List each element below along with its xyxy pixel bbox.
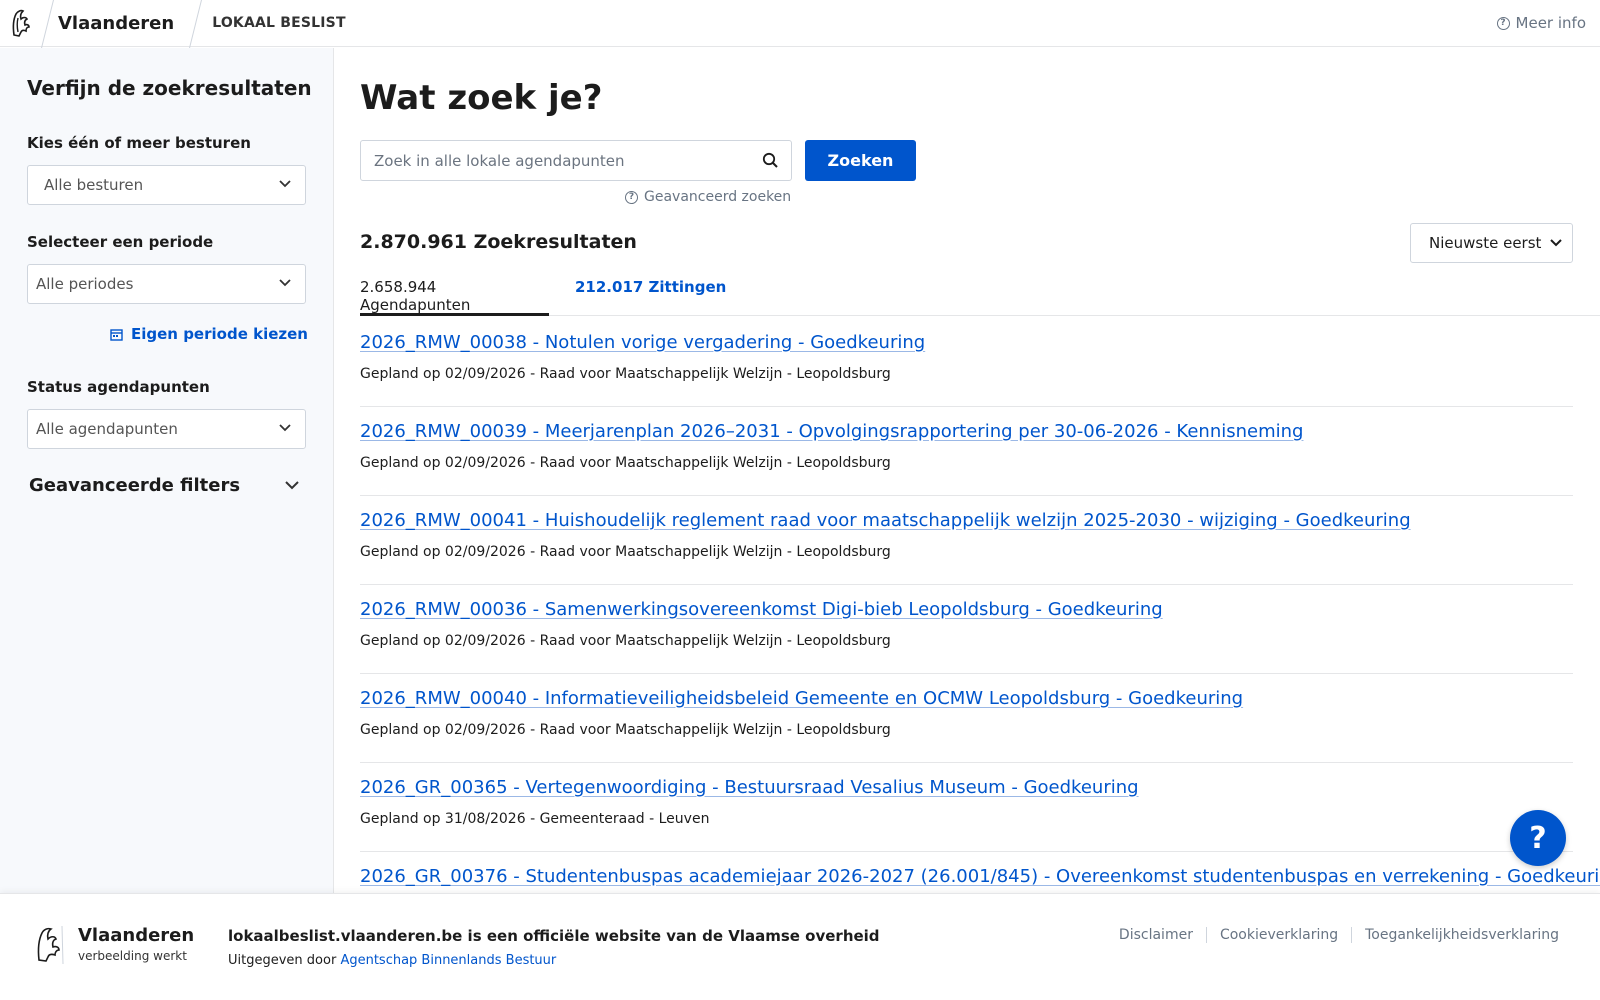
besturen-value: Alle besturen bbox=[44, 176, 144, 194]
list-item: 2026_GR_00376 - Studentenbuspas academie… bbox=[360, 852, 1600, 893]
result-title-link[interactable]: 2026_GR_00365 - Vertegenwoordiging - Bes… bbox=[360, 777, 1139, 798]
filter-sidebar: Verfijn de zoekresultaten Kies één of me… bbox=[0, 48, 334, 893]
advanced-filters-label: Geavanceerde filters bbox=[29, 475, 241, 496]
top-header: Vlaanderen LOKAAL BESLIST ? Meer info bbox=[0, 0, 1600, 47]
list-item: 2026_RMW_00036 - Samenwerkingsovereenkom… bbox=[360, 585, 1573, 674]
eigen-periode-label: Eigen periode kiezen bbox=[131, 325, 308, 343]
advanced-search-label: Geavanceerd zoeken bbox=[644, 189, 792, 205]
result-title-link[interactable]: 2026_RMW_00036 - Samenwerkingsovereenkom… bbox=[360, 599, 1163, 620]
official-notice: lokaalbeslist.vlaanderen.be is een offic… bbox=[228, 927, 880, 945]
disclaimer-link[interactable]: Disclaimer bbox=[1106, 927, 1206, 943]
main-content: Wat zoek je? Zoeken ? Geavanceerd zoeken… bbox=[335, 48, 1600, 893]
question-circle-icon: ? bbox=[625, 190, 638, 204]
sort-value: Nieuwste eerst bbox=[1429, 234, 1542, 252]
result-meta: Gepland op 02/09/2026 - Raad voor Maatsc… bbox=[360, 633, 891, 649]
published-by: Uitgegeven door Agentschap Binnenlands B… bbox=[228, 953, 880, 968]
results-count: 2.870.961 Zoekresultaten bbox=[360, 231, 637, 253]
agency-link[interactable]: Agentschap Binnenlands Bestuur bbox=[340, 953, 556, 968]
results-list: 2026_RMW_00038 - Notulen vorige vergader… bbox=[360, 318, 1600, 893]
advanced-filters-toggle[interactable]: Geavanceerde filters bbox=[29, 475, 299, 496]
result-meta: Gepland op 02/09/2026 - Raad voor Maatsc… bbox=[360, 455, 891, 471]
result-title-link[interactable]: 2026_RMW_00040 - Informatieveiligheidsbe… bbox=[360, 688, 1243, 709]
advanced-search-link[interactable]: ? Geavanceerd zoeken bbox=[625, 189, 791, 205]
periode-select[interactable]: Alle periodes bbox=[27, 264, 306, 304]
result-meta: Gepland op 02/09/2026 - Raad voor Maatsc… bbox=[360, 366, 891, 382]
question-circle-icon: ? bbox=[1496, 16, 1510, 30]
list-item: 2026_RMW_00038 - Notulen vorige vergader… bbox=[360, 318, 1573, 407]
footer-logo[interactable]: Vlaanderen verbeelding werkt bbox=[34, 924, 194, 964]
status-label: Status agendapunten bbox=[27, 378, 210, 396]
eigen-periode-link[interactable]: Eigen periode kiezen bbox=[110, 325, 308, 343]
published-by-label: Uitgegeven door bbox=[228, 953, 337, 968]
list-item: 2026_RMW_00039 - Meerjarenplan 2026–2031… bbox=[360, 407, 1573, 496]
page-title: Wat zoek je? bbox=[360, 78, 603, 118]
result-tabs: 2.658.944 Agendapunten 212.017 Zittingen bbox=[360, 268, 1600, 316]
result-title-link[interactable]: 2026_RMW_00039 - Meerjarenplan 2026–2031… bbox=[360, 421, 1303, 442]
footer-info: lokaalbeslist.vlaanderen.be is een offic… bbox=[228, 927, 880, 968]
meer-info-link[interactable]: ? Meer info bbox=[1496, 14, 1586, 32]
cookie-link[interactable]: Cookieverklaring bbox=[1205, 927, 1351, 943]
help-icon[interactable]: ? bbox=[1510, 810, 1566, 866]
result-title-link[interactable]: 2026_RMW_00038 - Notulen vorige vergader… bbox=[360, 332, 925, 353]
status-select[interactable]: Alle agendapunten bbox=[27, 409, 306, 449]
list-item: 2026_GR_00365 - Vertegenwoordiging - Bes… bbox=[360, 763, 1573, 852]
sidebar-title: Verfijn de zoekresultaten bbox=[27, 76, 312, 100]
lion-logo-icon[interactable] bbox=[2, 0, 42, 46]
result-meta: Gepland op 31/08/2026 - Gemeenteraad - L… bbox=[360, 811, 710, 827]
chevron-down-icon bbox=[285, 481, 299, 490]
header-divider bbox=[42, 0, 54, 46]
sort-select[interactable]: Nieuwste eerst bbox=[1410, 223, 1573, 263]
footer-tagline: verbeelding werkt bbox=[78, 949, 187, 963]
result-title-link[interactable]: 2026_GR_00376 - Studentenbuspas academie… bbox=[360, 866, 1600, 887]
periode-value: Alle periodes bbox=[36, 275, 134, 293]
footer-brand: Vlaanderen bbox=[78, 925, 195, 946]
result-title-link[interactable]: 2026_RMW_00041 - Huishoudelijk reglement… bbox=[360, 510, 1411, 531]
search-field[interactable] bbox=[360, 140, 792, 181]
footer: Vlaanderen verbeelding werkt lokaalbesli… bbox=[0, 893, 1600, 1000]
tab-agendapunten[interactable]: 2.658.944 Agendapunten bbox=[360, 278, 549, 316]
chevron-down-icon bbox=[279, 180, 291, 188]
calendar-icon bbox=[110, 328, 123, 341]
result-meta: Gepland op 02/09/2026 - Raad voor Maatsc… bbox=[360, 544, 891, 560]
chevron-down-icon bbox=[279, 279, 291, 287]
chevron-down-icon bbox=[279, 424, 291, 432]
accessibility-link[interactable]: Toegankelijkheidsverklaring bbox=[1351, 927, 1572, 943]
search-input[interactable] bbox=[374, 151, 754, 170]
result-meta: Gepland op 02/09/2026 - Raad voor Maatsc… bbox=[360, 722, 891, 738]
besturen-select[interactable]: Alle besturen bbox=[27, 165, 306, 205]
list-item: 2026_RMW_00041 - Huishoudelijk reglement… bbox=[360, 496, 1573, 585]
footer-links: Disclaimer Cookieverklaring Toegankelijk… bbox=[1106, 927, 1572, 943]
status-value: Alle agendapunten bbox=[36, 420, 178, 438]
list-item: 2026_RMW_00040 - Informatieveiligheidsbe… bbox=[360, 674, 1573, 763]
brand-name[interactable]: Vlaanderen bbox=[58, 13, 174, 34]
app-name[interactable]: LOKAAL BESLIST bbox=[212, 15, 346, 31]
header-divider bbox=[190, 0, 202, 46]
lion-logo-icon bbox=[37, 925, 64, 964]
besturen-label: Kies één of meer besturen bbox=[27, 134, 251, 152]
periode-label: Selecteer een periode bbox=[27, 233, 214, 251]
search-icon[interactable] bbox=[762, 152, 779, 173]
meer-info-label: Meer info bbox=[1515, 14, 1586, 32]
chevron-down-icon bbox=[1550, 239, 1562, 247]
search-button[interactable]: Zoeken bbox=[805, 140, 916, 181]
tab-zittingen[interactable]: 212.017 Zittingen bbox=[575, 278, 726, 316]
